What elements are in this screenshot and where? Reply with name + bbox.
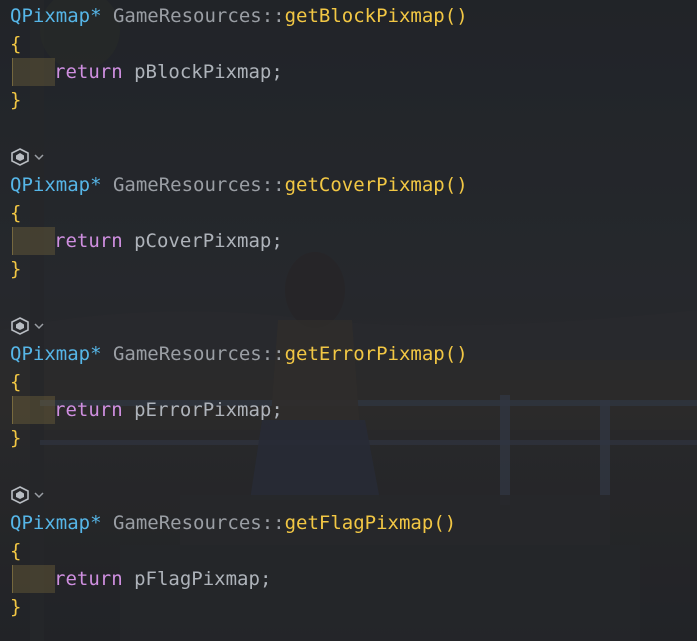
open-brace: { <box>10 202 22 224</box>
open-brace: { <box>10 540 22 562</box>
function-signature[interactable]: QPixmap* GameResources::getCoverPixmap() <box>10 171 468 199</box>
code-lens-actions[interactable] <box>10 148 45 166</box>
indent-guide <box>12 565 55 593</box>
scope-operator: :: <box>261 512 285 534</box>
close-brace: } <box>10 596 22 618</box>
return-type[interactable]: QPixmap <box>10 174 90 196</box>
scope-operator: :: <box>261 174 285 196</box>
semicolon: ; <box>271 399 283 421</box>
pointer-symbol: * <box>90 512 102 534</box>
pointer-symbol: * <box>90 5 102 27</box>
ai-assistant-icon[interactable] <box>10 317 30 335</box>
chevron-down-icon[interactable] <box>33 152 45 162</box>
open-brace: { <box>10 371 22 393</box>
function-name[interactable]: getBlockPixmap <box>285 5 445 27</box>
return-statement[interactable]: return pBlockPixmap; <box>54 58 283 86</box>
return-statement[interactable]: return pFlagPixmap; <box>54 565 271 593</box>
class-name[interactable]: GameResources <box>113 174 262 196</box>
return-identifier[interactable]: pBlockPixmap <box>134 61 271 83</box>
semicolon: ; <box>259 568 272 590</box>
indent-guide <box>12 58 55 86</box>
code-lens-actions[interactable] <box>10 486 45 504</box>
parameter-parens: () <box>444 343 468 365</box>
return-type[interactable]: QPixmap <box>10 5 90 27</box>
return-keyword: return <box>54 568 123 590</box>
close-brace: } <box>10 427 22 449</box>
return-identifier[interactable]: pCoverPixmap <box>134 230 271 252</box>
pointer-symbol: * <box>90 343 102 365</box>
return-statement[interactable]: return pErrorPixmap; <box>54 396 283 424</box>
return-keyword: return <box>54 230 123 252</box>
chevron-down-icon[interactable] <box>33 490 45 500</box>
class-name[interactable]: GameResources <box>113 343 262 365</box>
semicolon: ; <box>271 61 283 83</box>
function-signature[interactable]: QPixmap* GameResources::getFlagPixmap() <box>10 509 456 537</box>
close-brace: } <box>10 89 22 111</box>
function-name[interactable]: getErrorPixmap <box>285 343 445 365</box>
scope-operator: :: <box>261 5 285 27</box>
parameter-parens: () <box>444 174 468 196</box>
ai-assistant-icon[interactable] <box>10 148 30 166</box>
return-keyword: return <box>54 61 123 83</box>
return-type[interactable]: QPixmap <box>10 343 90 365</box>
indent-guide <box>12 227 55 255</box>
ai-assistant-icon[interactable] <box>10 486 30 504</box>
chevron-down-icon[interactable] <box>33 321 45 331</box>
function-name[interactable]: getCoverPixmap <box>285 174 445 196</box>
indent-guide <box>12 396 55 424</box>
code-lens-actions[interactable] <box>10 317 45 335</box>
class-name[interactable]: GameResources <box>113 5 262 27</box>
return-identifier[interactable]: pFlagPixmap <box>134 568 260 590</box>
return-keyword: return <box>54 399 123 421</box>
close-brace: } <box>10 258 22 280</box>
parameter-parens: () <box>433 512 457 534</box>
parameter-parens: () <box>444 5 468 27</box>
scope-operator: :: <box>261 343 285 365</box>
pointer-symbol: * <box>90 174 102 196</box>
code-editor[interactable]: QPixmap* GameResources::getBlockPixmap()… <box>0 0 697 641</box>
return-identifier[interactable]: pErrorPixmap <box>134 399 271 421</box>
semicolon: ; <box>271 230 283 252</box>
class-name[interactable]: GameResources <box>113 512 262 534</box>
function-name[interactable]: getFlagPixmap <box>285 512 434 534</box>
function-signature[interactable]: QPixmap* GameResources::getBlockPixmap() <box>10 2 468 30</box>
function-signature[interactable]: QPixmap* GameResources::getErrorPixmap() <box>10 340 468 368</box>
return-statement[interactable]: return pCoverPixmap; <box>54 227 283 255</box>
return-type[interactable]: QPixmap <box>10 512 90 534</box>
open-brace: { <box>10 33 22 55</box>
